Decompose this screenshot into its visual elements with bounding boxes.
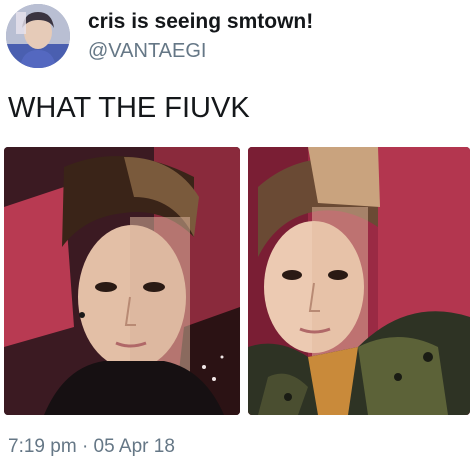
tweet-date: 05 Apr 18 [93, 436, 175, 457]
tweet-timestamp[interactable]: 7:19 pm · 05 Apr 18 [8, 436, 175, 458]
tweet-photo-1[interactable] [4, 147, 240, 415]
tweet-card: cris is seeing smtown! @VANTAEGI WHAT TH… [0, 0, 474, 467]
user-handle[interactable]: @VANTAEGI [88, 40, 206, 63]
timestamp-separator: · [81, 436, 89, 457]
tweet-time: 7:19 pm [8, 436, 77, 457]
avatar[interactable] [6, 4, 70, 68]
tweet-photo-2[interactable] [248, 147, 470, 415]
tweet-text: WHAT THE FIUVK [8, 92, 250, 124]
display-name[interactable]: cris is seeing smtown! [88, 10, 313, 34]
